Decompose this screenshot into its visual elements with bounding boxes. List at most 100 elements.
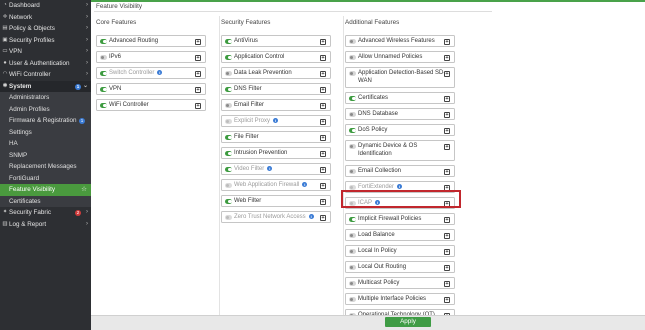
feature-toggle[interactable] bbox=[225, 199, 232, 204]
expand-plus-icon[interactable]: + bbox=[444, 280, 450, 287]
feature-toggle[interactable] bbox=[225, 151, 232, 156]
feature-toggle[interactable] bbox=[349, 249, 356, 254]
sidebar-item-label: Log & Report bbox=[9, 220, 47, 228]
feature-toggle[interactable] bbox=[349, 71, 356, 76]
expand-plus-icon[interactable]: + bbox=[195, 38, 201, 45]
sidebar-item-policy-and-objects[interactable]: ▤ Policy & Objects › bbox=[0, 23, 91, 35]
info-icon[interactable]: i bbox=[157, 69, 163, 75]
feature-toggle[interactable] bbox=[225, 135, 232, 140]
sidebar-item-administrators[interactable]: Administrators bbox=[0, 92, 91, 104]
expand-plus-icon[interactable]: + bbox=[444, 70, 450, 77]
feature-toggle[interactable] bbox=[100, 39, 107, 44]
sidebar-item-log-and-report[interactable]: ▥ Log & Report › bbox=[0, 219, 91, 231]
feature-toggle[interactable] bbox=[349, 112, 356, 117]
expand-plus-icon[interactable]: + bbox=[320, 182, 326, 189]
sidebar-item-admin-profiles[interactable]: Admin Profiles bbox=[0, 103, 91, 115]
info-icon[interactable]: i bbox=[308, 213, 314, 219]
expand-plus-icon[interactable]: + bbox=[444, 127, 450, 134]
feature-toggle[interactable] bbox=[349, 55, 356, 60]
expand-plus-icon[interactable]: + bbox=[320, 38, 326, 45]
feature-toggle bbox=[100, 71, 107, 76]
expand-plus-icon[interactable]: + bbox=[320, 54, 326, 61]
expand-plus-icon[interactable]: + bbox=[320, 150, 326, 157]
expand-plus-icon[interactable]: + bbox=[320, 118, 326, 125]
info-icon[interactable]: i bbox=[273, 117, 279, 123]
expand-plus-icon[interactable]: + bbox=[320, 86, 326, 93]
feature-label: Explicit Proxy bbox=[234, 118, 271, 124]
expand-plus-icon[interactable]: + bbox=[444, 111, 450, 118]
feature-toggle[interactable] bbox=[349, 297, 356, 302]
sidebar-item-firmware-and-registration[interactable]: Firmware & Registration 1 bbox=[0, 115, 91, 127]
feature-toggle[interactable] bbox=[100, 103, 107, 108]
feature-toggle[interactable] bbox=[349, 128, 356, 133]
expand-plus-icon[interactable]: + bbox=[195, 70, 201, 77]
feature-toggle[interactable] bbox=[349, 265, 356, 270]
feature-toggle[interactable] bbox=[225, 103, 232, 108]
expand-plus-icon[interactable]: + bbox=[444, 95, 450, 102]
feature-toggle bbox=[225, 167, 232, 172]
feature-local-in-policy: Local In Policy + bbox=[345, 245, 455, 257]
expand-plus-icon[interactable]: + bbox=[320, 214, 326, 221]
feature-toggle[interactable] bbox=[349, 233, 356, 238]
feature-label-wrap: Intrusion Prevention bbox=[234, 149, 287, 158]
sidebar-item-user-and-authentication[interactable]: ● User & Authentication › bbox=[0, 58, 91, 70]
sidebar-item-network[interactable]: ✛ Network › bbox=[0, 12, 91, 24]
feature-toggle[interactable] bbox=[225, 55, 232, 60]
expand-plus-icon[interactable]: + bbox=[444, 168, 450, 175]
sidebar-item-label: Replacement Messages bbox=[9, 163, 77, 170]
expand-plus-icon[interactable]: + bbox=[444, 264, 450, 271]
info-icon[interactable]: i bbox=[302, 181, 308, 187]
expand-plus-icon[interactable]: + bbox=[444, 143, 450, 150]
expand-plus-icon[interactable]: + bbox=[320, 134, 326, 141]
sidebar-item-ha[interactable]: HA bbox=[0, 138, 91, 150]
expand-plus-icon[interactable]: + bbox=[320, 102, 326, 109]
dashboard-icon: ◔ bbox=[3, 2, 7, 8]
expand-plus-icon[interactable]: + bbox=[320, 70, 326, 77]
feature-label-wrap: Local Out Routing bbox=[358, 263, 406, 272]
feature-toggle[interactable] bbox=[349, 96, 356, 101]
favorite-star-icon[interactable]: ☆ bbox=[81, 184, 87, 196]
expand-plus-icon[interactable]: + bbox=[444, 216, 450, 223]
sidebar-item-vpn[interactable]: ▭ VPN › bbox=[0, 46, 91, 58]
feature-toggle[interactable] bbox=[349, 217, 356, 222]
sidebar-item-snmp[interactable]: SNMP bbox=[0, 149, 91, 161]
feature-toggle[interactable] bbox=[225, 87, 232, 92]
sidebar-item-system[interactable]: ✱ System 1 ⌄ bbox=[0, 80, 91, 92]
feature-toggle[interactable] bbox=[225, 39, 232, 44]
sidebar-item-settings[interactable]: Settings bbox=[0, 126, 91, 138]
feature-toggle[interactable] bbox=[100, 87, 107, 92]
fabric-icon: ✦ bbox=[2, 209, 8, 215]
feature-explicit-proxy: Explicit Proxy i + bbox=[221, 115, 331, 127]
sidebar-item-feature-visibility[interactable]: Feature Visibility ☆ bbox=[0, 184, 91, 196]
expand-plus-icon[interactable]: + bbox=[444, 38, 450, 45]
expand-plus-icon[interactable]: + bbox=[444, 296, 450, 303]
expand-plus-icon[interactable]: + bbox=[320, 166, 326, 173]
sidebar-item-label: Admin Profiles bbox=[9, 105, 50, 113]
feature-data-leak-prevention: Data Leak Prevention + bbox=[221, 67, 331, 79]
expand-plus-icon[interactable]: + bbox=[195, 102, 201, 109]
feature-toggle[interactable] bbox=[349, 144, 356, 149]
apply-button[interactable]: Apply bbox=[385, 317, 431, 327]
feature-toggle[interactable] bbox=[349, 169, 356, 174]
feature-label: Email Filter bbox=[234, 102, 265, 108]
info-icon[interactable]: i bbox=[397, 183, 403, 189]
sidebar-item-security-profiles[interactable]: ▣ Security Profiles › bbox=[0, 35, 91, 47]
sidebar-item-replacement-messages[interactable]: Replacement Messages bbox=[0, 161, 91, 173]
expand-plus-icon[interactable]: + bbox=[320, 198, 326, 205]
info-icon[interactable]: i bbox=[267, 165, 273, 171]
expand-plus-icon[interactable]: + bbox=[444, 232, 450, 239]
expand-plus-icon[interactable]: + bbox=[195, 86, 201, 93]
expand-plus-icon[interactable]: + bbox=[444, 54, 450, 61]
feature-toggle[interactable] bbox=[349, 39, 356, 44]
sidebar-item-wifi-controller[interactable]: ◠ WiFi Controller › bbox=[0, 69, 91, 81]
sidebar-item-fortiguard[interactable]: FortiGuard bbox=[0, 172, 91, 184]
feature-toggle[interactable] bbox=[349, 281, 356, 286]
feature-toggle[interactable] bbox=[100, 55, 107, 60]
expand-plus-icon[interactable]: + bbox=[195, 54, 201, 61]
lock-icon: ▣ bbox=[2, 36, 8, 43]
sidebar-item-dashboard[interactable]: ◔ Dashboard › bbox=[0, 0, 91, 12]
sidebar-item-security-fabric[interactable]: ✦ Security Fabric 2 › bbox=[0, 207, 91, 219]
sidebar-item-certificates[interactable]: Certificates bbox=[0, 195, 91, 207]
feature-toggle[interactable] bbox=[225, 71, 232, 76]
expand-plus-icon[interactable]: + bbox=[444, 248, 450, 255]
